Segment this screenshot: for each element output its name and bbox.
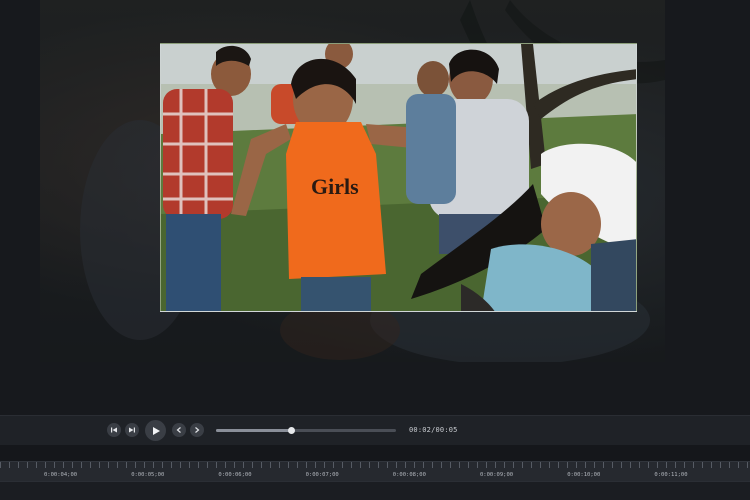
preview-stage: Girls: [0, 0, 750, 415]
step-forward-icon: [195, 427, 200, 433]
scrubber-progress: [216, 429, 292, 432]
next-frame-button[interactable]: [125, 423, 139, 437]
timeline-ruler[interactable]: 0:00:04;00 0:00:05;00 0:00:06;00 0:00:07;00…: [0, 461, 750, 481]
step-back-icon: [176, 427, 181, 433]
previous-frame-button[interactable]: [107, 423, 121, 437]
next-frame-icon: [129, 427, 135, 433]
video-editor-window: Girls 00:02/00:05 0:00:04;00 0:00:05;00 …: [0, 0, 750, 500]
video-frame-photo: Girls: [160, 43, 637, 312]
previous-frame-icon: [111, 427, 117, 433]
ruler-label: 0:00:06;00: [218, 472, 252, 478]
timeline-track-area[interactable]: [0, 481, 750, 500]
step-back-button[interactable]: [172, 423, 186, 437]
play-icon: [152, 426, 160, 435]
playback-scrubber[interactable]: [216, 427, 396, 434]
ruler-label: 0:00:09;00: [480, 472, 514, 478]
scrubber-handle[interactable]: [288, 427, 296, 434]
step-forward-button[interactable]: [190, 423, 204, 437]
ruler-label: 0:00:10;00: [567, 472, 601, 478]
timeline-spacer: [0, 445, 750, 461]
play-button[interactable]: [145, 420, 166, 441]
ruler-label: 0:00:11;00: [654, 472, 688, 478]
ruler-label: 0:00:04;00: [44, 472, 78, 478]
timecode-display: 00:02/00:05: [409, 426, 458, 434]
photo-scene: Girls: [161, 44, 636, 311]
ruler-label: 0:00:05;00: [131, 472, 165, 478]
ruler-label: 0:00:08;00: [392, 472, 426, 478]
ruler-label: 0:00:07;00: [305, 472, 339, 478]
shirt-text: Girls: [311, 174, 359, 199]
playback-controls: 00:02/00:05: [0, 415, 750, 445]
ruler-ticks: [0, 462, 750, 468]
